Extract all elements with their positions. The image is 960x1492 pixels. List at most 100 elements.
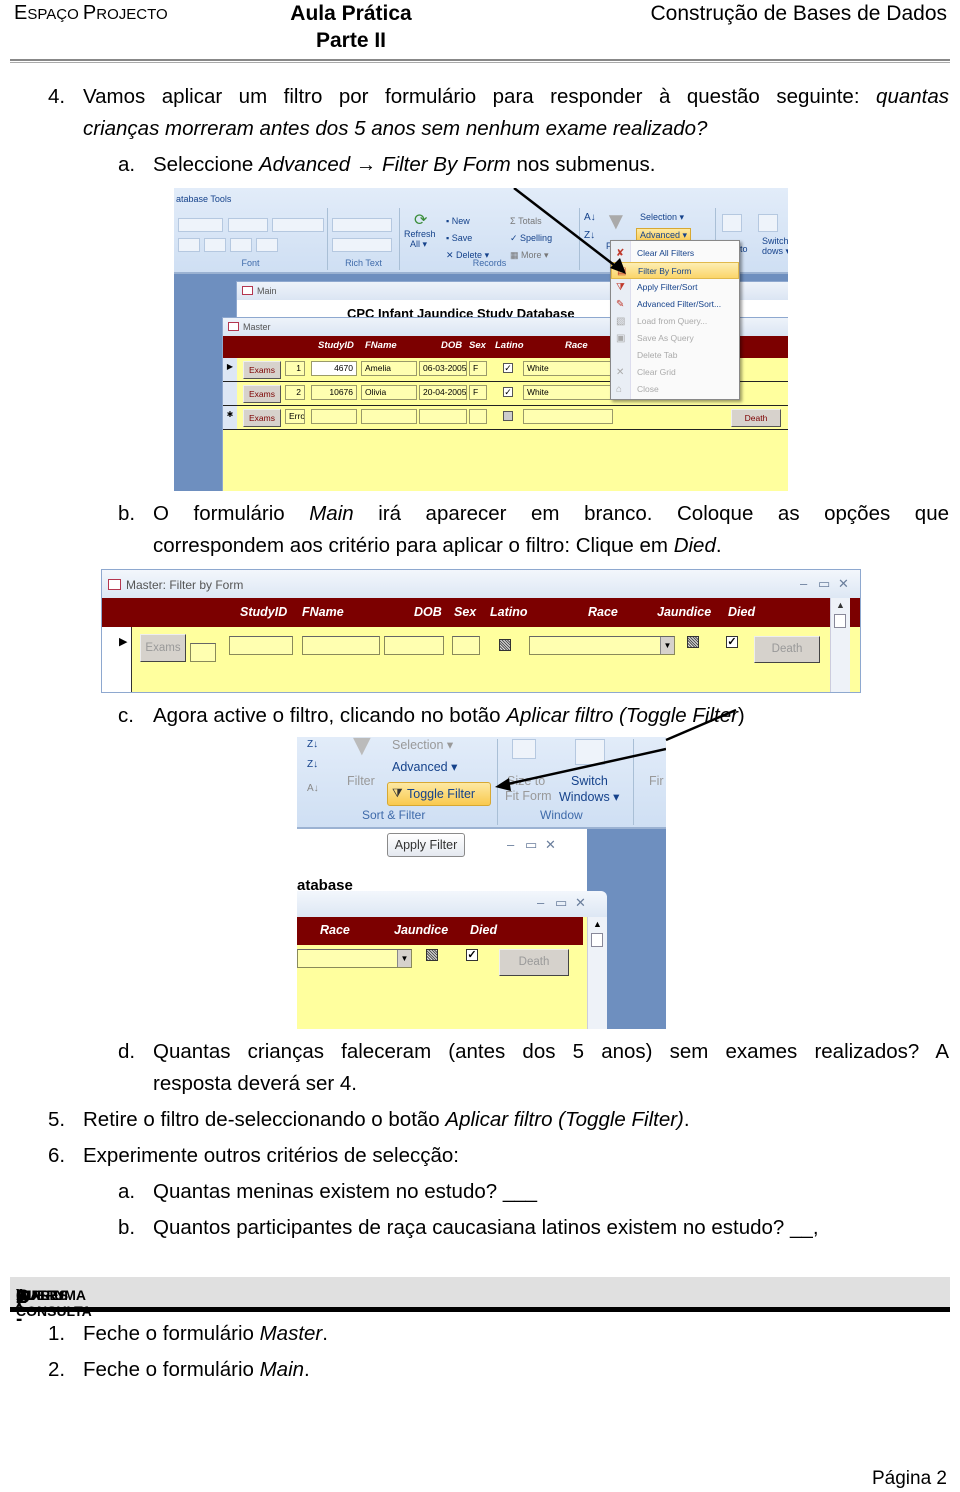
new-record-button[interactable]: ▪ New (446, 216, 470, 226)
spelling-button[interactable]: ✓ Spelling (510, 233, 552, 244)
sex-field[interactable] (469, 409, 487, 424)
header-subtitle: Parte II (315, 29, 387, 52)
race-field[interactable]: White (523, 361, 613, 376)
menu-item-clear-grid[interactable]: ✕ Clear Grid (611, 364, 739, 381)
dob-field[interactable]: 06-03-2005 (419, 361, 467, 376)
record-selector[interactable]: ▶ (102, 627, 132, 692)
main-window-title: Main (257, 286, 277, 296)
toggle-filter-button[interactable]: ⧩ Toggle Filter (387, 782, 491, 806)
sort-descending-icon[interactable]: Z↓ (307, 759, 318, 770)
race-field[interactable]: White (523, 385, 613, 400)
dob-filter-field[interactable] (384, 636, 444, 655)
dropdown-arrow-icon[interactable]: ▼ (397, 950, 411, 967)
menu-item-filter-by-form[interactable]: ▤ Filter By Form (611, 262, 739, 279)
jaundice-filter-checkbox[interactable] (687, 636, 699, 648)
switch-windows-button[interactable]: Switch (571, 774, 608, 788)
exams-button[interactable]: Exams (243, 409, 281, 427)
step-4-question: crianças morreram antes dos 5 anos sem n… (83, 117, 708, 140)
sort-ascending-icon[interactable]: A↓ (584, 212, 596, 223)
screenshot-toggle-filter: Z↓ Z↓ A↓ ▼ Filter Selection ▾ Advanced ▾… (297, 737, 666, 1029)
exams-button[interactable]: Exams (140, 634, 186, 662)
death-button[interactable]: Death (731, 409, 781, 427)
studyid-field[interactable] (311, 409, 357, 424)
answer-blank[interactable]: ___ (503, 1180, 537, 1203)
step-4d-line2: resposta deverá ser 4. (153, 1072, 357, 1095)
maximize-button[interactable]: ▭ (555, 895, 567, 911)
totals-button[interactable]: Σ Totals (510, 216, 542, 226)
filter-button[interactable]: Filter (347, 774, 375, 788)
death-button[interactable]: Death (499, 949, 569, 976)
advanced-button[interactable]: Advanced ▾ (392, 759, 457, 774)
column-header-row: StudyID FName DOB Sex Latino Race Jaundi… (102, 598, 860, 627)
exams-button[interactable]: Exams (243, 361, 281, 379)
menu-item-advanced-filter-sort[interactable]: ✎ Advanced Filter/Sort... (611, 296, 739, 313)
menu-item-clear-all-filters[interactable]: ✘ Clear All Filters (611, 245, 739, 262)
dropdown-arrow-icon[interactable]: ▼ (660, 637, 674, 654)
studyid-filter-field[interactable] (229, 636, 293, 655)
refresh-button[interactable]: Refresh (404, 229, 436, 239)
new-record-selector[interactable]: ✱ (223, 406, 237, 429)
exams-button[interactable]: Exams (243, 385, 281, 403)
minimize-button[interactable]: – (800, 576, 807, 591)
menu-item-load-from-query[interactable]: ▧ Load from Query... (611, 313, 739, 330)
section-step-1-text: Feche o formulário Master. (83, 1322, 328, 1345)
studyid-field[interactable]: 4670 (311, 361, 357, 376)
scrollbar[interactable]: ▲ (587, 917, 607, 1029)
clear-grid-icon: ✕ (616, 367, 625, 378)
fname-field[interactable]: Amelia (361, 361, 417, 376)
race-field[interactable] (523, 409, 613, 424)
scrollbar[interactable]: ▲ (830, 598, 850, 692)
step-4b-line1: O formulário Main irá aparecer em branco… (153, 502, 950, 525)
maximize-button[interactable]: ▭ (818, 576, 830, 592)
jaundice-filter-checkbox[interactable] (426, 949, 438, 961)
fname-field[interactable]: Olivia (361, 385, 417, 400)
race-filter-combo[interactable]: ▼ (529, 636, 675, 655)
dob-field[interactable] (419, 409, 467, 424)
sex-field[interactable]: F (469, 361, 487, 376)
sex-field[interactable]: F (469, 385, 487, 400)
step-6a-letter: a. (118, 1180, 136, 1203)
menu-item-save-as-query[interactable]: ▣ Save As Query (611, 330, 739, 347)
selection-button[interactable]: Selection ▾ (392, 737, 453, 752)
close-icon: ⌂ (616, 384, 623, 395)
fname-field[interactable] (361, 409, 417, 424)
answer-blank[interactable]: __, (790, 1216, 819, 1239)
ribbon-group-font: Font (174, 208, 328, 270)
filter-funnel-icon: ▼ (604, 208, 628, 235)
sort-ascending-icon[interactable]: Z↓ (307, 739, 318, 750)
latino-checkbox[interactable]: ✓ (503, 387, 513, 397)
screenshot-filter-by-form: Master: Filter by Form – ▭ ✕ StudyID FNa… (101, 569, 861, 693)
studyid-field[interactable]: 10676 (311, 385, 357, 400)
save-query-icon: ▣ (616, 333, 626, 344)
step-6-text: Experimente outros critérios de selecção… (83, 1144, 460, 1167)
apply-filter-tooltip: Apply Filter (387, 833, 465, 857)
record-selector[interactable]: ▶ (223, 358, 237, 381)
record-selector[interactable] (223, 382, 237, 405)
died-filter-checkbox[interactable]: ✓ (466, 949, 478, 961)
dob-field[interactable]: 20-04-2005 (419, 385, 467, 400)
menu-item-delete-tab[interactable]: Delete Tab (611, 347, 739, 364)
menu-item-apply-filter-sort[interactable]: ⧩ Apply Filter/Sort (611, 279, 739, 296)
latino-checkbox[interactable]: ✓ (503, 363, 513, 373)
close-button[interactable]: ✕ (575, 895, 586, 911)
death-button[interactable]: Death (754, 636, 820, 663)
save-record-button[interactable]: ▪ Save (446, 233, 472, 243)
funnel-icon: ⧩ (392, 786, 403, 800)
step-4b-line2: correspondem aos critério para aplicar o… (153, 534, 722, 557)
menu-item-close[interactable]: ⌂ Close (611, 381, 739, 398)
ribbon: Z↓ Z↓ A↓ ▼ Filter Selection ▾ Advanced ▾… (297, 737, 666, 829)
latino-checkbox[interactable] (503, 411, 513, 421)
ribbon-tab-database-tools[interactable]: atabase Tools (176, 194, 231, 204)
clear-sort-icon[interactable]: A↓ (307, 783, 319, 794)
sort-descending-icon[interactable]: Z↓ (584, 230, 595, 241)
minimize-button[interactable]: – (537, 895, 544, 910)
fname-filter-field[interactable] (302, 636, 380, 655)
race-filter-combo[interactable]: ▼ (297, 949, 412, 968)
selection-button[interactable]: Selection ▾ (640, 212, 684, 223)
table-row-new[interactable]: ✱ Exams Error Death (223, 406, 788, 430)
latino-filter-checkbox[interactable] (499, 639, 511, 651)
died-filter-checkbox[interactable]: ✓ (726, 636, 738, 648)
column-header-row: Race Jaundice Died (297, 917, 583, 945)
close-button[interactable]: ✕ (838, 576, 849, 592)
sex-filter-field[interactable] (452, 636, 480, 655)
